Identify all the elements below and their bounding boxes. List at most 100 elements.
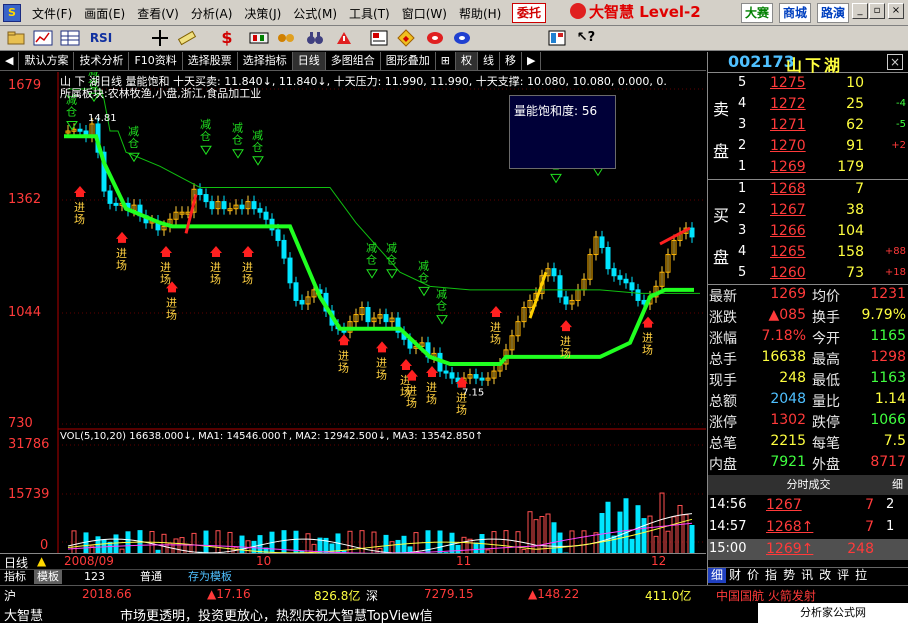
crosshair-icon[interactable] [150, 29, 170, 47]
chart-icon[interactable] [33, 29, 53, 47]
move-button[interactable]: 移 [500, 52, 523, 70]
stat-row: 最新 1269 均价 1231 [708, 286, 908, 307]
sell-order-row[interactable]: 5 1275 10 [708, 74, 908, 95]
help-icon[interactable]: ↖? [576, 29, 596, 47]
bars-icon[interactable] [249, 29, 269, 47]
stock-code[interactable]: 002173 [728, 52, 795, 71]
order-price[interactable]: 1275 [770, 75, 806, 91]
line-button[interactable]: 线 [478, 52, 501, 70]
triangle-icon[interactable]: ▲ [37, 554, 46, 568]
red-disk-icon[interactable] [425, 29, 445, 47]
menu-decision[interactable]: 决策(J) [238, 4, 287, 23]
candle-body [107, 190, 113, 204]
rights-button[interactable]: 权 [456, 52, 479, 70]
tab-normal[interactable]: 普通 [140, 570, 162, 584]
close-button[interactable]: × [888, 3, 904, 19]
order-price[interactable]: 1269 [770, 159, 806, 175]
table-icon[interactable] [60, 29, 80, 47]
menu-file[interactable]: 文件(F) [26, 4, 78, 23]
prev-arrow-button[interactable]: ◀ [0, 52, 20, 70]
order-price[interactable]: 1271 [770, 117, 806, 133]
buy-order-row[interactable]: 1 1268 7 [708, 180, 908, 201]
buy-arrow-icon [400, 358, 412, 370]
menu-analysis[interactable]: 分析(A) [185, 4, 239, 23]
sell-signal-text: 仓 [66, 104, 77, 118]
weituo-button[interactable]: 委托 [512, 3, 547, 23]
sh-amount: 826.8亿 [314, 589, 361, 603]
buy-order-row[interactable]: 4 1265 158 +88 [708, 243, 908, 264]
restore-button[interactable]: ▫ [869, 3, 885, 19]
quote-tab[interactable]: 指 [762, 568, 780, 583]
tab-123[interactable]: 123 [84, 570, 105, 584]
menu-formula[interactable]: 公式(M) [287, 4, 343, 23]
buy-order-row[interactable]: 3 1266 104 [708, 222, 908, 243]
rsi-icon[interactable]: RSI [87, 29, 115, 47]
news-ticker[interactable]: 中国国航 火箭发射 [716, 587, 816, 604]
blue-disk-icon[interactable] [452, 29, 472, 47]
minimize-button[interactable]: _ [852, 3, 868, 19]
menu-view-screen[interactable]: 画面(E) [78, 4, 131, 23]
ticks-detail-button[interactable]: 细 [892, 475, 903, 495]
dollar-icon[interactable]: $ [217, 29, 237, 47]
sh-label[interactable]: 沪 [4, 587, 16, 604]
quote-tab[interactable]: 财 [726, 568, 744, 583]
menu-view[interactable]: 查看(V) [131, 4, 185, 23]
shangcheng-button[interactable]: 商城 [779, 3, 812, 23]
tab-template[interactable]: 模板 [34, 570, 62, 584]
next-arrow-button[interactable]: ▶ [522, 52, 542, 70]
order-price[interactable]: 1266 [770, 223, 806, 239]
alarm-icon[interactable] [334, 29, 354, 47]
layout-icon[interactable] [547, 29, 567, 47]
buy-order-row[interactable]: 5 1260 73 +18 [708, 264, 908, 285]
order-price[interactable]: 1267 [770, 202, 806, 218]
multi-chart-button[interactable]: 多图组合 [326, 52, 381, 70]
tech-analysis-button[interactable]: 技术分析 [74, 52, 130, 70]
candle-body [557, 275, 563, 298]
diamond-icon[interactable]: ◆ [396, 29, 416, 47]
stock-name: 山下湖 [786, 56, 844, 75]
daily-line-button[interactable]: 日线 [292, 52, 326, 70]
order-price[interactable]: 1265 [770, 244, 806, 260]
news-icon[interactable] [369, 29, 389, 47]
default-scheme-button[interactable]: 默认方案 [19, 52, 75, 70]
order-level: 5 [738, 265, 747, 280]
sz-label[interactable]: 深 [366, 587, 378, 604]
luyan-button[interactable]: 路演 [817, 3, 850, 23]
order-price[interactable]: 1270 [770, 138, 806, 154]
quote-tab[interactable]: 拉 [852, 568, 870, 583]
order-price[interactable]: 1260 [770, 265, 806, 281]
select-indicator-button[interactable]: 选择指标 [238, 52, 293, 70]
tab-indicator[interactable]: 指标 [4, 570, 26, 584]
menu-window[interactable]: 窗口(W) [396, 4, 453, 23]
folder-icon[interactable] [6, 29, 26, 47]
close-panel-button[interactable]: × [887, 54, 903, 70]
quote-tab[interactable]: 讯 [798, 568, 816, 583]
quote-tab[interactable]: 评 [834, 568, 852, 583]
sell-order-row[interactable]: 4 1272 25 -4 [708, 95, 908, 116]
quote-tab[interactable]: 细 [708, 568, 727, 583]
order-price[interactable]: 1272 [770, 96, 806, 112]
order-price[interactable]: 1268 [770, 181, 806, 197]
sell-order-row[interactable]: 3 1271 62 -5 [708, 116, 908, 137]
overlay-button[interactable]: 图形叠加 [381, 52, 436, 70]
volume-saturation-popup[interactable]: 量能饱和度: 56 [509, 95, 616, 169]
order-change: +88 [884, 246, 906, 257]
sell-order-row[interactable]: 1 1269 179 [708, 158, 908, 179]
order-qty: 25 [846, 96, 864, 112]
ruler-icon[interactable] [177, 29, 197, 47]
tab-save-template[interactable]: 存为模板 [188, 570, 232, 584]
app-icon[interactable]: S [3, 4, 21, 22]
quote-tab[interactable]: 势 [780, 568, 798, 583]
dasai-button[interactable]: 大赛 [741, 3, 774, 23]
sell-order-row[interactable]: 2 1270 91 +2 [708, 137, 908, 158]
quote-tab[interactable]: 价 [744, 568, 762, 583]
capital-flow-icon[interactable] [276, 29, 296, 47]
grid-button[interactable]: ⊞ [436, 52, 457, 70]
select-stock-button[interactable]: 选择股票 [183, 52, 238, 70]
menu-help[interactable]: 帮助(H) [453, 4, 507, 23]
binoculars-icon[interactable] [305, 29, 325, 47]
buy-order-row[interactable]: 2 1267 38 [708, 201, 908, 222]
f10-button[interactable]: F10资料 [129, 52, 183, 70]
quote-tab[interactable]: 改 [816, 568, 834, 583]
menu-tools[interactable]: 工具(T) [343, 4, 396, 23]
